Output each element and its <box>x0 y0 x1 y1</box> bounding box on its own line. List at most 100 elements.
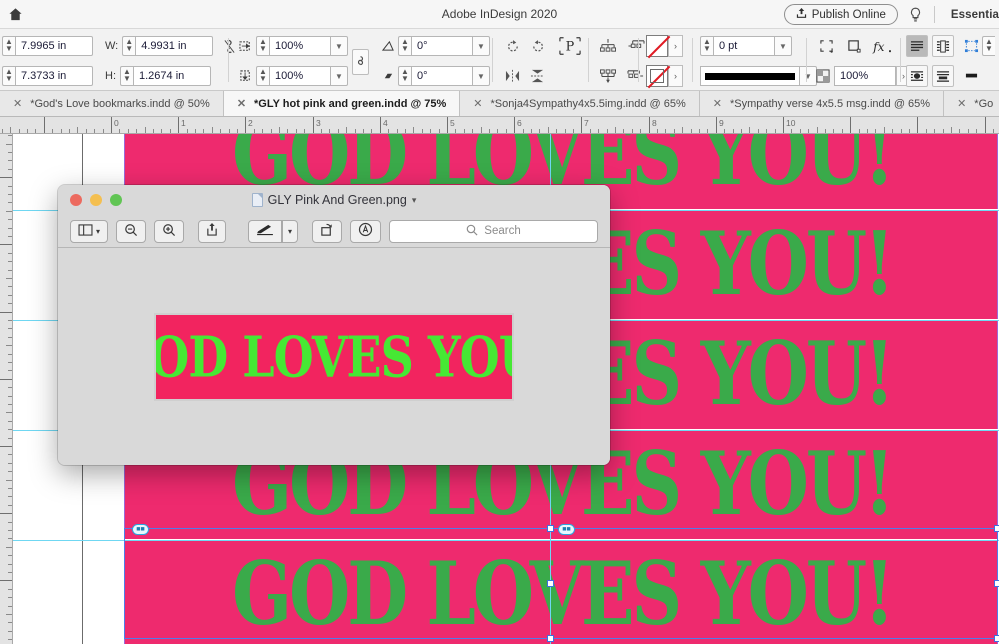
frame-fitting-icon[interactable] <box>960 36 982 56</box>
wrap-jump-object-icon[interactable] <box>932 65 954 87</box>
stroke-weight-field[interactable]: 0 pt <box>713 36 775 56</box>
ruler-tick <box>800 129 801 133</box>
ruler-tick <box>8 194 12 195</box>
align-top-icon[interactable] <box>594 36 622 56</box>
text-thread-link-icon[interactable]: ■■ <box>132 524 149 535</box>
frame-fit-stepper[interactable]: ▲ ▼ <box>982 36 995 56</box>
chevron-down-icon[interactable]: ▾ <box>412 195 417 206</box>
ruler-label: 7 <box>584 118 589 128</box>
x-field[interactable]: 7.9965 in <box>15 36 93 56</box>
document-tab[interactable]: ✕ *Sympathy verse 4x5.5 msg.indd @ 65% <box>699 91 945 116</box>
markup-button[interactable] <box>248 219 283 243</box>
fill-none-swatch[interactable] <box>646 65 671 89</box>
scale-x-field[interactable]: 100% <box>269 36 331 56</box>
document-tab[interactable]: ✕ *God's Love bookmarks.indd @ 50% <box>0 91 224 116</box>
markup-dropdown[interactable]: ▾ <box>282 219 299 243</box>
solid-stroke-swatch[interactable] <box>700 66 800 86</box>
selection-handle[interactable] <box>994 635 999 642</box>
ruler-tick <box>8 488 12 489</box>
sidebar-toggle-button[interactable]: ▾ <box>70 219 109 243</box>
stroke-swatch-menu[interactable]: › <box>668 35 683 57</box>
zoom-in-button[interactable] <box>154 219 185 243</box>
selection-handle[interactable] <box>547 635 554 642</box>
annotate-button[interactable] <box>350 219 382 243</box>
share-button[interactable] <box>198 219 227 243</box>
scale-y-field[interactable]: 100% <box>269 66 331 86</box>
wrap-object-shape-icon[interactable] <box>906 65 928 87</box>
w-stepper[interactable]: ▲ ▼ <box>122 36 136 56</box>
ruler-tick <box>178 117 179 133</box>
stroke-weight-dropdown[interactable]: ▼ <box>775 36 792 56</box>
close-icon[interactable]: ✕ <box>13 97 22 110</box>
workspace-switcher[interactable]: Essentia <box>944 9 999 21</box>
flip-vertical-icon[interactable] <box>525 66 550 86</box>
text-thread-link-icon[interactable]: ■■ <box>558 524 575 535</box>
scale-x-stepper[interactable]: ▲ ▼ <box>256 36 269 56</box>
align-bottom-icon[interactable] <box>594 66 622 86</box>
preview-content-area[interactable]: GOD LOVES YOU! <box>58 249 610 465</box>
artwork-row[interactable]: GOD LOVES YOU! <box>124 541 998 644</box>
width-field[interactable]: 4.9931 in <box>135 36 214 56</box>
height-field[interactable]: 1.2674 in <box>133 66 211 86</box>
horizontal-guide[interactable] <box>13 540 999 541</box>
ruler-label: 3 <box>316 118 321 128</box>
fill-swatch-menu[interactable]: › <box>668 65 683 87</box>
constrain-scale-button[interactable] <box>352 49 369 75</box>
fx-effects-icon[interactable]: fx <box>868 36 896 56</box>
corner-options-icon[interactable] <box>812 36 840 56</box>
rotation-dropdown[interactable]: ▼ <box>473 36 490 56</box>
preview-image[interactable]: GOD LOVES YOU! <box>154 313 514 401</box>
document-tab[interactable]: ✕ *Go <box>944 91 999 116</box>
select-tool-icon[interactable] <box>960 66 982 86</box>
document-tab[interactable]: ✕ *Sonja4Sympathy4x5.5img.indd @ 65% <box>460 91 700 116</box>
wrap-bounding-box-icon[interactable] <box>932 35 954 57</box>
rotate-button[interactable] <box>312 219 343 243</box>
stroke-weight-stepper[interactable]: ▲ ▼ <box>700 36 713 56</box>
horizontal-ruler[interactable]: 0 1 2 3 4 5 6 7 8 9 10 <box>0 117 999 134</box>
ruler-tick <box>598 129 599 133</box>
y-field[interactable]: 7.3733 in <box>15 66 93 86</box>
ruler-tick <box>77 127 78 133</box>
selection-handle[interactable] <box>547 525 554 532</box>
ruler-tick <box>993 129 994 133</box>
close-icon[interactable]: ✕ <box>957 97 966 110</box>
ruler-tick <box>8 370 12 371</box>
preview-title-bar[interactable]: GLY Pink And Green.png ▾ <box>58 185 610 215</box>
selection-handle[interactable] <box>994 525 999 532</box>
preview-window[interactable]: GLY Pink And Green.png ▾ ▾ ▾ Search OD L… <box>58 185 610 465</box>
x-stepper[interactable]: ▲ ▼ <box>2 36 15 56</box>
wrap-none-icon[interactable] <box>906 35 928 57</box>
frame-shape-icon[interactable] <box>840 36 868 56</box>
scale-y-stepper[interactable]: ▲ ▼ <box>256 66 269 86</box>
close-icon[interactable]: ✕ <box>473 97 482 110</box>
scale-x-icon <box>236 36 256 56</box>
flip-horizontal-icon[interactable] <box>500 66 525 86</box>
shear-stepper[interactable]: ▲ ▼ <box>398 66 411 86</box>
indesign-window: Adobe InDesign 2020 Publish Online Essen… <box>0 0 999 644</box>
rotate-clockwise-icon[interactable] <box>500 36 525 56</box>
selection-handle[interactable] <box>994 580 999 587</box>
rotate-counterclockwise-icon[interactable] <box>525 36 550 56</box>
close-icon[interactable]: ✕ <box>713 97 722 110</box>
rotation-stepper[interactable]: ▲ ▼ <box>398 36 411 56</box>
rotation-field[interactable]: 0° <box>411 36 473 56</box>
opacity-field[interactable]: 100% <box>834 66 896 86</box>
ruler-tick <box>44 117 45 133</box>
scale-y-dropdown[interactable]: ▼ <box>331 66 348 86</box>
select-container-p-icon[interactable]: P <box>556 36 584 56</box>
ruler-tick <box>817 127 818 133</box>
scale-x-dropdown[interactable]: ▼ <box>331 36 348 56</box>
close-icon[interactable]: ✕ <box>237 97 246 110</box>
vertical-ruler[interactable] <box>0 134 13 644</box>
stroke-none-swatch[interactable] <box>646 35 671 59</box>
h-stepper[interactable]: ▲ ▼ <box>120 66 133 86</box>
publish-online-button[interactable]: Publish Online <box>783 4 898 25</box>
selection-handle[interactable] <box>547 580 554 587</box>
shear-field[interactable]: 0° <box>411 66 473 86</box>
shear-dropdown[interactable]: ▼ <box>473 66 490 86</box>
zoom-out-button[interactable] <box>116 219 147 243</box>
search-input[interactable]: Search <box>389 219 598 243</box>
lightbulb-icon[interactable] <box>907 7 925 23</box>
document-tab-active[interactable]: ✕ *GLY hot pink and green.indd @ 75% <box>223 91 461 116</box>
y-stepper[interactable]: ▲ ▼ <box>2 66 15 86</box>
